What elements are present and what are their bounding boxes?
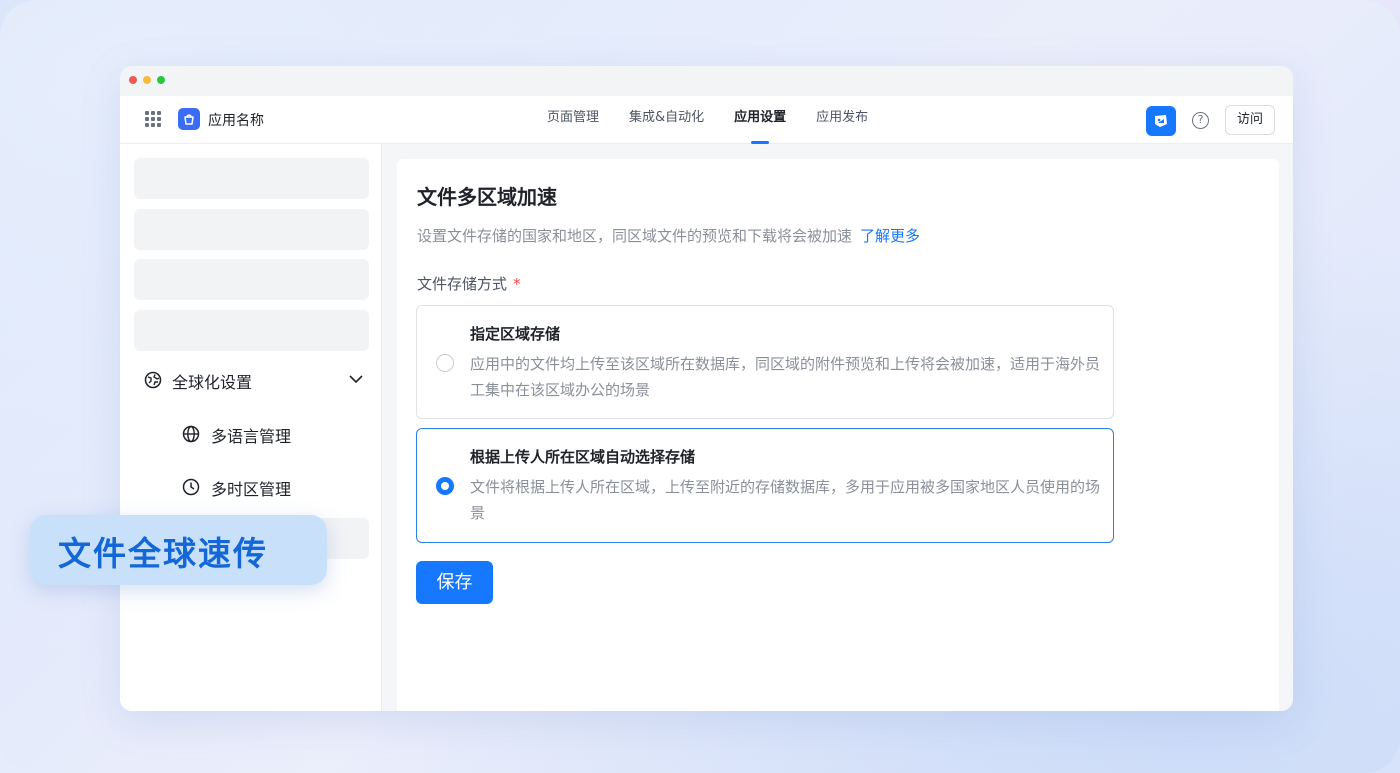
sidebar-placeholder	[134, 310, 369, 351]
storage-option-auto-region[interactable]: 根据上传人所在区域自动选择存储 文件将根据上传人所在区域，上传至附近的存储数据库…	[416, 428, 1114, 543]
top-navigation-bar: 应用名称 页面管理 集成&自动化 应用设置 应用发布 ? 访问	[120, 96, 1293, 144]
sidebar-item-label: 多时区管理	[211, 480, 292, 499]
option-title: 根据上传人所在区域自动选择存储	[470, 448, 696, 466]
question-icon[interactable]: ?	[1192, 112, 1209, 129]
main-nav: 页面管理 集成&自动化 应用设置 应用发布	[532, 96, 883, 144]
sidebar: 全球化设置 多语言管理 多时区管理	[120, 144, 382, 711]
sidebar-placeholder	[134, 209, 369, 250]
app-window: 应用名称 页面管理 集成&自动化 应用设置 应用发布 ? 访问 全球化设置 多语…	[120, 66, 1293, 711]
sidebar-group-label: 全球化设置	[172, 373, 253, 392]
visit-button[interactable]: 访问	[1225, 105, 1275, 135]
storage-option-specified-region[interactable]: 指定区域存储 应用中的文件均上传至该区域所在数据库，同区域的附件预览和上传将会被…	[416, 305, 1114, 419]
option-title: 指定区域存储	[470, 325, 561, 343]
globe-icon	[182, 425, 200, 443]
tab-page-management[interactable]: 页面管理	[532, 96, 614, 144]
window-titlebar	[120, 66, 1293, 96]
learn-more-link[interactable]: 了解更多	[860, 227, 920, 245]
tab-integration-automation[interactable]: 集成&自动化	[614, 96, 719, 144]
tab-app-settings[interactable]: 应用设置	[719, 96, 801, 144]
option-description: 应用中的文件均上传至该区域所在数据库，同区域的附件预览和上传将会被加速，适用于海…	[470, 355, 1101, 399]
globalization-icon	[144, 371, 162, 389]
sidebar-item-label: 多语言管理	[211, 427, 292, 446]
field-label: 文件存储方式 *	[417, 273, 521, 294]
assistant-button[interactable]	[1146, 106, 1176, 136]
page-description: 设置文件存储的国家和地区，同区域文件的预览和下载将会被加速 了解更多	[417, 225, 920, 246]
required-mark: *	[513, 275, 521, 293]
feature-banner: 文件全球速传	[30, 515, 327, 585]
sidebar-group-globalization[interactable]: 全球化设置	[144, 367, 364, 392]
assistant-icon	[1155, 115, 1167, 127]
chevron-down-icon	[349, 375, 363, 384]
sidebar-placeholder	[134, 259, 369, 300]
tab-app-publish[interactable]: 应用发布	[801, 96, 883, 144]
clock-icon	[182, 478, 200, 496]
radio-selected[interactable]	[436, 477, 454, 495]
app-name: 应用名称	[208, 113, 264, 129]
maximize-window-button[interactable]	[157, 76, 165, 84]
option-description: 文件将根据上传人所在区域，上传至附近的存储数据库，多用于应用被多国家地区人员使用…	[470, 478, 1101, 522]
app-grid-icon[interactable]	[145, 111, 161, 127]
field-label-text: 文件存储方式	[417, 275, 508, 293]
settings-card: 文件多区域加速 设置文件存储的国家和地区，同区域文件的预览和下载将会被加速 了解更…	[397, 159, 1279, 711]
banner-text: 文件全球速传	[58, 534, 268, 573]
close-window-button[interactable]	[129, 76, 137, 84]
sidebar-placeholder	[134, 158, 369, 199]
description-text: 设置文件存储的国家和地区，同区域文件的预览和下载将会被加速	[417, 227, 853, 245]
save-button[interactable]: 保存	[416, 561, 493, 604]
app-logo-icon	[178, 108, 200, 130]
page-title: 文件多区域加速	[417, 185, 557, 209]
radio-unselected[interactable]	[436, 354, 454, 372]
minimize-window-button[interactable]	[143, 76, 151, 84]
